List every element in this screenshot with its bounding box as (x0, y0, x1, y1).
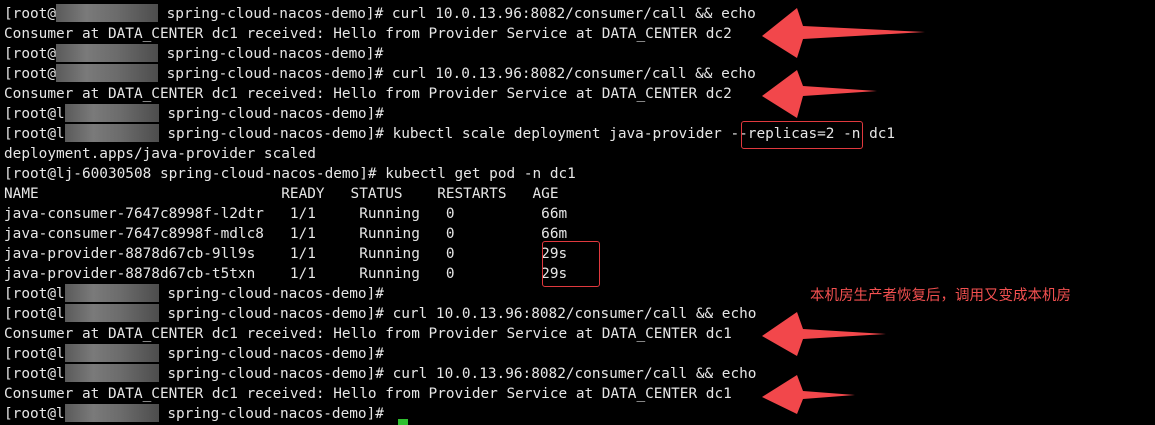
annotation-note: 本机房生产者恢复后，调用又变成本机房 (810, 288, 1071, 304)
arrow-icon (762, 375, 855, 414)
annotation-arrows (762, 8, 925, 414)
arrow-icon (762, 70, 877, 118)
arrow-icon (762, 312, 886, 356)
terminal-window[interactable]: [root@ spring-cloud-nacos-demo]# curl 10… (0, 0, 1155, 425)
arrow-icon (762, 8, 925, 58)
